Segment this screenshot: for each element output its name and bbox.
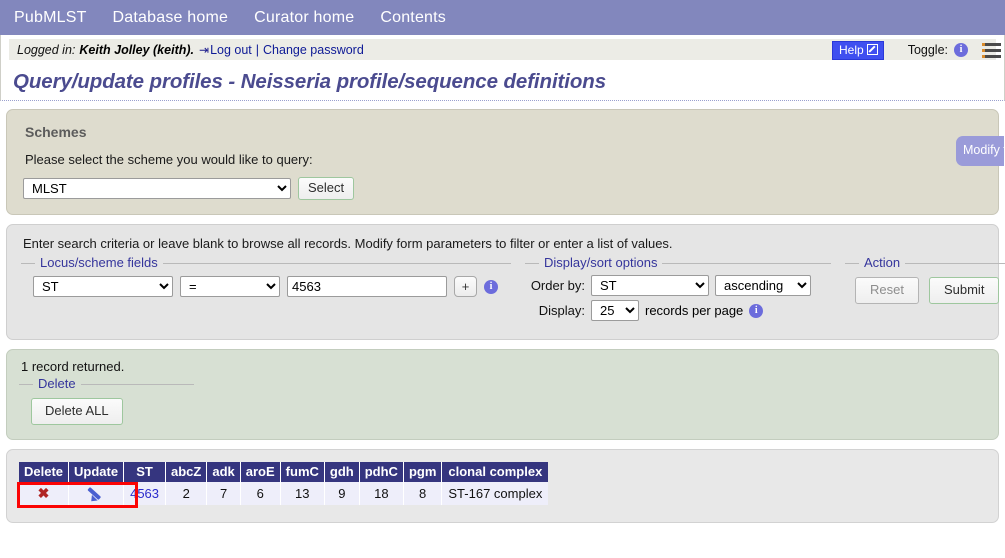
results-panel: 1 record returned. Delete Delete ALL	[6, 349, 999, 440]
toggle-info-icon[interactable]: i	[954, 43, 968, 57]
nav-item-curator-home[interactable]: Curator home	[254, 9, 354, 27]
locus-info-icon[interactable]: i	[484, 279, 498, 294]
change-password-link[interactable]: Change password	[263, 43, 364, 57]
locus-field-row: ST = + i	[21, 270, 511, 301]
delete-all-button[interactable]: Delete ALL	[31, 398, 123, 425]
cell-pgm: 8	[403, 482, 443, 506]
reset-button[interactable]: Reset	[855, 277, 919, 304]
hamburger-menu-icon[interactable]	[982, 42, 1001, 58]
header-aroe: aroE	[240, 462, 281, 482]
search-criteria-panel: Enter search criteria or leave blank to …	[6, 224, 1005, 340]
criteria-row: Locus/scheme fields ST = + i Display/sor…	[21, 255, 1005, 327]
record-count-text: 1 record returned.	[21, 359, 125, 374]
order-by-select[interactable]: ST	[591, 275, 709, 296]
submit-button[interactable]: Submit	[928, 277, 1000, 304]
cell-clonal-complex: ST-167 complex	[441, 482, 549, 506]
sort-direction-select[interactable]: ascending	[715, 275, 811, 296]
search-instruction: Enter search criteria or leave blank to …	[23, 236, 673, 251]
header-fumc: fumC	[280, 462, 325, 482]
display-count-row: Display: 25 records per page i	[529, 300, 831, 321]
locus-scheme-fields-group: Locus/scheme fields ST = + i	[21, 255, 511, 301]
header-delete: Delete	[19, 462, 70, 482]
action-group: Action Reset Submit	[845, 255, 1005, 306]
order-by-row: Order by: ST ascending	[529, 275, 831, 296]
cell-gdh: 9	[324, 482, 360, 506]
display-info-icon[interactable]: i	[749, 303, 764, 318]
logout-arrow-icon: ⇥	[199, 42, 210, 57]
locus-scheme-legend: Locus/scheme fields	[35, 255, 163, 270]
display-sort-rows: Order by: ST ascending Display: 25 recor…	[525, 270, 831, 327]
modify-form-options-tab[interactable]: Modify form options	[956, 136, 1004, 166]
header-pdhc: pdhC	[359, 462, 404, 482]
delete-group: Delete Delete ALL	[19, 376, 194, 427]
header-update: Update	[68, 462, 125, 482]
profiles-results-table: Delete Update ST abcZ adk aroE fumC gdh …	[19, 462, 549, 506]
add-criteria-button[interactable]: +	[454, 276, 477, 297]
page-title: Query/update profiles - Neisseria profil…	[13, 70, 607, 93]
operator-select[interactable]: =	[180, 276, 280, 297]
cell-pdhc: 18	[359, 482, 404, 506]
scheme-select[interactable]: MLST	[23, 178, 291, 199]
cell-st[interactable]: 4563	[123, 482, 167, 506]
nav-item-contents[interactable]: Contents	[380, 9, 446, 27]
action-legend: Action	[859, 255, 906, 270]
scheme-select-row: MLST Select	[23, 177, 982, 200]
schemes-panel: Schemes Please select the scheme you wou…	[6, 109, 1004, 215]
logged-in-username: Keith Jolley (keith).	[79, 42, 194, 57]
header-pgm: pgm	[403, 462, 443, 482]
top-right-toolbar: Help Toggle: i	[832, 37, 1004, 63]
schemes-heading: Schemes	[25, 124, 87, 140]
external-link-icon	[866, 44, 878, 55]
toggle-label: Toggle:	[907, 43, 948, 57]
nav-item-pubmlst[interactable]: PubMLST	[14, 9, 87, 27]
cell-fumc: 13	[280, 482, 325, 506]
logout-link[interactable]: Log out	[210, 43, 252, 57]
delete-all-row: Delete ALL	[19, 391, 194, 427]
display-label: Display:	[538, 303, 585, 318]
header-adk: adk	[206, 462, 241, 482]
cell-abcz: 2	[165, 482, 208, 506]
page-title-bar: Query/update profiles - Neisseria profil…	[0, 67, 1005, 101]
login-separator: |	[255, 42, 260, 57]
header-clonal-complex: clonal complex	[441, 462, 549, 482]
nav-item-database-home[interactable]: Database home	[113, 9, 229, 27]
main-navbar: PubMLST Database home Curator home Conte…	[0, 0, 1005, 35]
results-table-wrapper: Delete Update ST abcZ adk aroE fumC gdh …	[17, 462, 549, 508]
records-per-page-select[interactable]: 25	[591, 300, 639, 321]
login-bar: Logged in: Keith Jolley (keith). ⇥ Log o…	[0, 35, 1005, 67]
header-abcz: abcZ	[165, 462, 208, 482]
records-per-page-label: records per page	[645, 303, 744, 318]
results-table-panel: Delete Update ST abcZ adk aroE fumC gdh …	[6, 449, 999, 524]
edit-pencil-icon[interactable]	[88, 486, 105, 501]
action-buttons: Reset Submit	[845, 270, 1005, 306]
help-label: Help	[839, 42, 864, 57]
delete-legend: Delete	[33, 376, 81, 391]
cell-update[interactable]	[68, 482, 125, 506]
display-sort-options-group: Display/sort options Order by: ST ascend…	[525, 255, 831, 327]
schemes-instruction: Please select the scheme you would like …	[25, 152, 313, 167]
table-header-row: Delete Update ST abcZ adk aroE fumC gdh …	[19, 462, 549, 482]
cell-delete[interactable]: ✖	[19, 482, 70, 506]
help-button[interactable]: Help	[832, 40, 884, 60]
header-st: ST	[123, 462, 167, 482]
header-gdh: gdh	[324, 462, 360, 482]
locus-field-select[interactable]: ST	[33, 276, 173, 297]
display-sort-legend: Display/sort options	[539, 255, 663, 270]
select-scheme-button[interactable]: Select	[298, 177, 355, 200]
cell-adk: 7	[206, 482, 241, 506]
st-link[interactable]: 4563	[130, 486, 159, 501]
search-value-input[interactable]	[287, 276, 447, 297]
page-content: Schemes Please select the scheme you wou…	[0, 109, 1005, 524]
logged-in-label: Logged in:	[17, 42, 76, 57]
delete-x-icon[interactable]: ✖	[38, 486, 50, 500]
cell-aroe: 6	[240, 482, 281, 506]
table-row: ✖ 4563 2 7 6 13 9 18 8 ST-167 complex	[19, 482, 549, 506]
order-by-label: Order by:	[530, 278, 585, 293]
